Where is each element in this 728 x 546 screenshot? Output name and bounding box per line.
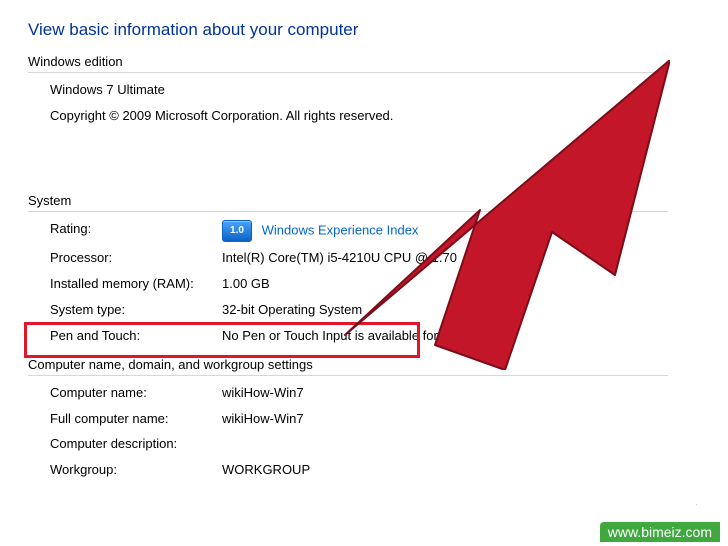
pen-touch-label: Pen and Touch: [50,327,222,346]
full-computer-name-label: Full computer name: [50,410,222,429]
processor-label: Processor: [50,249,222,268]
computer-name-heading: Computer name, domain, and workgroup set… [28,357,728,372]
full-computer-name-row: Full computer name: wikiHow-Win7 [50,410,728,429]
system-heading: System [28,193,728,208]
computer-description-label: Computer description: [50,435,222,454]
system-properties-page: View basic information about your comput… [0,0,728,480]
computer-name-label: Computer name: [50,384,222,403]
watermark: 生活百科 www.bimeiz.com [600,490,720,542]
workgroup-label: Workgroup: [50,461,222,480]
computer-description-row: Computer description: [50,435,728,454]
section-divider [28,375,668,376]
ram-value: 1.00 GB [222,275,270,294]
ram-row: Installed memory (RAM): 1.00 GB [50,275,728,294]
system-type-row: System type: 32-bit Operating System [50,301,728,320]
processor-row: Processor: Intel(R) Core(TM) i5-4210U CP… [50,249,728,268]
processor-value: Intel(R) Core(TM) i5-4210U CPU @ 1.70 [222,249,457,268]
ram-label: Installed memory (RAM): [50,275,222,294]
computer-name-section: Computer name, domain, and workgroup set… [28,357,728,480]
edition-value: Windows 7 Ultimate [50,81,728,99]
workgroup-row: Workgroup: WORKGROUP [50,461,728,480]
windows-edition-heading: Windows edition [28,54,728,69]
workgroup-value: WORKGROUP [222,461,310,480]
computer-name-row: Computer name: wikiHow-Win7 [50,384,728,403]
wei-link[interactable]: Windows Experience Index [262,223,419,238]
section-divider [28,72,668,73]
rating-row: Rating: 1.0 Windows Experience Index [50,220,728,242]
watermark-url: www.bimeiz.com [600,522,720,542]
wei-score-badge: 1.0 [222,220,252,242]
system-type-value: 32-bit Operating System [222,301,362,320]
page-title: View basic information about your comput… [28,20,728,40]
full-computer-name-value: wikiHow-Win7 [222,410,304,429]
rating-label: Rating: [50,220,222,242]
system-section: System Rating: 1.0 Windows Experience In… [28,193,728,345]
copyright-text: Copyright © 2009 Microsoft Corporation. … [50,107,728,125]
watermark-text: 生活百科 [600,490,720,522]
section-divider [28,211,668,212]
pen-touch-row: Pen and Touch: No Pen or Touch Input is … [50,327,728,346]
computer-name-value: wikiHow-Win7 [222,384,304,403]
windows-edition-section: Windows edition Windows 7 Ultimate Copyr… [28,54,728,125]
system-type-label: System type: [50,301,222,320]
rating-value: 1.0 Windows Experience Index [222,220,418,242]
pen-touch-value: No Pen or Touch Input is available for t… [222,327,508,346]
